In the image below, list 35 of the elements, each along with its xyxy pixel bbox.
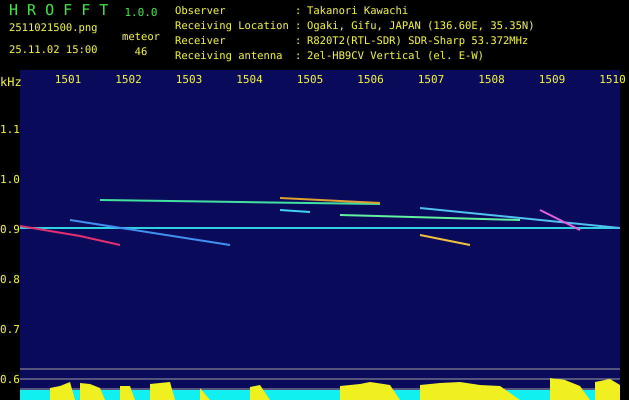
time-tick-label: 1503	[176, 73, 202, 87]
field-value: Ogaki, Gifu, JAPAN (136.60E, 35.35N)	[307, 19, 535, 34]
colon-separator: :	[295, 4, 302, 19]
field-value: 2el-HB9CV Vertical (el. E-W)	[307, 49, 484, 64]
time-tick-label: 1507	[418, 73, 444, 87]
frequency-tick-label: 1.0	[0, 173, 20, 187]
time-tick-label: 1502	[115, 73, 142, 87]
field-label: Receiving antenna	[175, 49, 284, 64]
file-name: 2511021500.png	[9, 21, 99, 36]
field-label: Observer	[175, 4, 227, 19]
field-value: R820T2(RTL-SDR) SDR-Sharp 53.372MHz	[307, 34, 528, 49]
frequency-tick-label: 1.1	[0, 123, 20, 137]
frequency-tick-label: 0.9	[0, 223, 20, 237]
colon-separator: :	[295, 34, 302, 49]
field-label: Receiving Location	[175, 19, 290, 34]
time-tick-label: 1506	[357, 73, 384, 87]
counter-value: 46	[134, 45, 148, 60]
version-label: 1.0.0	[124, 5, 158, 20]
time-tick-label: 1508	[478, 73, 505, 87]
field-value: Takanori Kawachi	[307, 4, 408, 19]
time-tick-label: 1505	[296, 73, 324, 87]
frequency-tick-label: 0.6	[0, 373, 20, 387]
time-tick-label: 1510	[599, 73, 626, 87]
colon-separator: :	[295, 19, 302, 34]
colon-separator: :	[295, 49, 302, 64]
time-tick-label: 1501	[54, 73, 82, 87]
axis-unit: kHz	[0, 74, 22, 91]
frequency-tick-label: 0.7	[0, 323, 20, 337]
time-tick-label: 1509	[538, 73, 566, 87]
time-tick-label: 1504	[236, 73, 263, 87]
app-title: H R O F F T	[9, 3, 108, 18]
field-label: Receiver	[175, 34, 227, 49]
counter-label: meteor	[122, 30, 160, 45]
date-time: 25.11.02 15:00	[9, 43, 99, 58]
frequency-tick-label: 0.8	[0, 273, 20, 287]
